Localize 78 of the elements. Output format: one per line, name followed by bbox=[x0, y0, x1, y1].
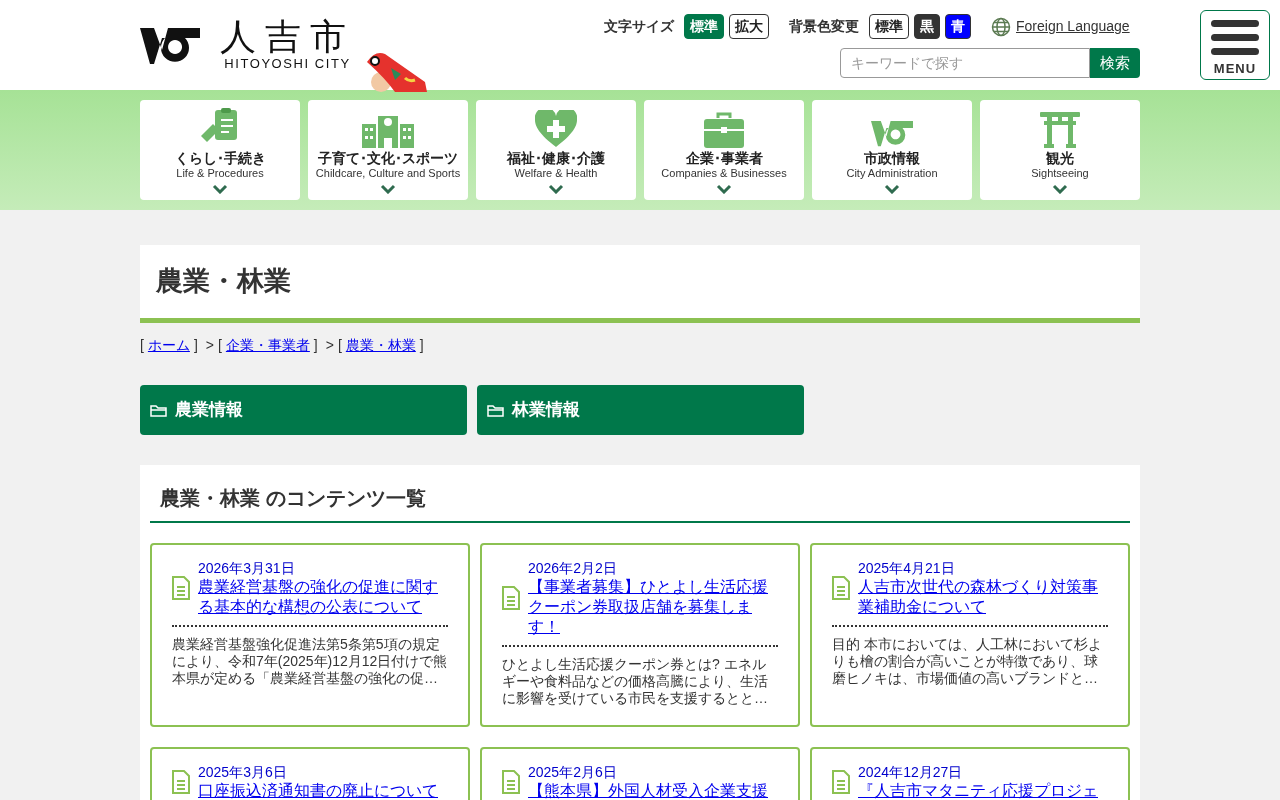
content-date: 2025年4月21日 bbox=[858, 559, 956, 577]
background-color-label: 背景色変更 bbox=[789, 17, 859, 36]
nav-category-tile[interactable]: 福祉･健康･介護 Welfare & Health bbox=[476, 100, 636, 200]
globe-icon bbox=[991, 16, 1011, 37]
content-date: 2025年3月6日 bbox=[198, 763, 288, 781]
nav-category-tile[interactable]: 市政情報 City Administration bbox=[812, 100, 972, 200]
chevron-down-icon bbox=[716, 184, 732, 194]
chevron-down-icon bbox=[380, 184, 396, 194]
nav-category-label: 福祉･健康･介護 bbox=[507, 150, 605, 167]
breadcrumb-separator: > bbox=[205, 335, 214, 355]
font-size-option[interactable]: 標準 bbox=[684, 14, 724, 39]
search-button[interactable]: 検索 bbox=[1090, 48, 1140, 78]
breadcrumb-link[interactable]: 企業・事業者 bbox=[225, 334, 310, 356]
menu-button[interactable]: MENU bbox=[1200, 10, 1270, 80]
contents-heading: 農業・林業 のコンテンツ一覧 bbox=[150, 483, 1130, 523]
breadcrumb-link[interactable]: 農業・林業 bbox=[345, 334, 416, 356]
content-date: 2026年3月31日 bbox=[198, 559, 296, 577]
category-button[interactable]: 農業情報 bbox=[140, 385, 467, 435]
nav-category-tile[interactable]: 企業･事業者 Companies & Businesses bbox=[644, 100, 804, 200]
foreign-language-link[interactable]: Foreign Language bbox=[991, 16, 1130, 37]
font-size-label: 文字サイズ bbox=[604, 17, 674, 36]
folder-icon bbox=[150, 403, 167, 417]
breadcrumb-link[interactable]: ホーム bbox=[147, 334, 190, 356]
folder-icon bbox=[487, 403, 504, 417]
breadcrumb-bracket: ] bbox=[313, 335, 318, 355]
search-field[interactable]: キーワードで探す bbox=[840, 48, 1090, 78]
document-icon bbox=[832, 576, 850, 600]
breadcrumb-bracket: ] bbox=[419, 335, 424, 355]
content-title-link[interactable]: 人吉市次世代の森林づくり対策事業補助金について bbox=[858, 577, 1108, 617]
background-color-option[interactable]: 標準 bbox=[869, 14, 909, 39]
content-title-link[interactable]: 『人吉市マタニティ応援プロジェ bbox=[858, 781, 1098, 800]
breadcrumb-bracket: ] bbox=[193, 335, 198, 355]
content-title-link[interactable]: 口座振込済通知書の廃止について bbox=[198, 781, 438, 800]
nav-category-label: 企業･事業者 bbox=[685, 150, 763, 167]
content-title-link[interactable]: 【熊本県】外国人材受入企業支援 bbox=[528, 781, 768, 800]
content-title-link[interactable]: 【事業者募集】ひとよし生活応援クーポン券取扱店舗を募集します！ bbox=[528, 577, 778, 637]
chevron-down-icon bbox=[884, 184, 900, 194]
breadcrumb-bracket: [ bbox=[337, 335, 342, 355]
nav-category-label: 子育て･文化･スポーツ bbox=[318, 150, 458, 167]
nav-category-tile[interactable]: 観光 Sightseeing bbox=[980, 100, 1140, 200]
chevron-down-icon bbox=[212, 184, 228, 194]
content-title-link[interactable]: 農業経営基盤の強化の促進に関する基本的な構想の公表について bbox=[198, 577, 448, 617]
breadcrumb-bracket: [ bbox=[140, 335, 144, 355]
breadcrumb-bracket: [ bbox=[217, 335, 222, 355]
content-summary: ひとよし生活応援クーポン券とは? エネルギーや食料品などの価格高騰により、生活に影響を受けている市民を支援するとと… bbox=[502, 656, 769, 707]
content-date: 2026年2月2日 bbox=[528, 559, 618, 577]
nav-category-label: 観光 bbox=[1046, 150, 1074, 167]
nav-category-sublabel: Childcare, Culture and Sports bbox=[315, 167, 461, 180]
document-icon bbox=[502, 770, 520, 794]
logo-subtitle: HITOYOSHI CITY bbox=[224, 56, 351, 72]
menu-icon bbox=[1211, 20, 1259, 56]
content-date: 2025年2月6日 bbox=[528, 763, 618, 781]
document-icon bbox=[172, 770, 190, 794]
nav-category-sublabel: Sightseeing bbox=[1031, 167, 1089, 180]
content-summary: 農業経営基盤強化促進法第5条第5項の規定により、令和7年(2025年)12月12日付けで熊本県が定める「農業経営基盤の強化の促… bbox=[172, 636, 448, 687]
nav-category-sublabel: Life & Procedures bbox=[176, 167, 264, 180]
font-size-option[interactable]: 拡大 bbox=[729, 14, 769, 39]
nav-category-tile[interactable]: くらし･手続き Life & Procedures bbox=[140, 100, 300, 200]
page-title: 農業・林業 bbox=[156, 265, 291, 299]
category-button[interactable]: 林業情報 bbox=[477, 385, 804, 435]
chevron-down-icon bbox=[548, 184, 564, 194]
nav-category-sublabel: City Administration bbox=[846, 167, 938, 180]
nav-category-sublabel: Companies & Businesses bbox=[661, 167, 787, 180]
nav-category-tile[interactable]: 子育て･文化･スポーツ Childcare, Culture and Sports bbox=[308, 100, 468, 200]
background-color-option[interactable]: 黒 bbox=[914, 14, 940, 39]
logo-title: 人吉市 bbox=[220, 18, 355, 56]
breadcrumb-separator: > bbox=[325, 335, 334, 355]
nav-category-label: くらし･手続き bbox=[174, 150, 266, 167]
heart-plus-icon bbox=[535, 108, 577, 148]
content-summary: 目的 本市においては、人工林において杉よりも檜の割合が高いことが特徴であり、球磨ヒノキは、市場価値の高いブランドと… bbox=[832, 636, 1103, 687]
document-icon bbox=[832, 770, 850, 794]
background-color-option[interactable]: 青 bbox=[945, 14, 971, 39]
nav-category-label: 市政情報 bbox=[864, 150, 920, 167]
content-date: 2024年12月27日 bbox=[858, 763, 964, 781]
nav-category-sublabel: Welfare & Health bbox=[514, 167, 598, 180]
chevron-down-icon bbox=[1052, 184, 1068, 194]
document-icon bbox=[172, 576, 190, 600]
document-icon bbox=[502, 586, 520, 610]
